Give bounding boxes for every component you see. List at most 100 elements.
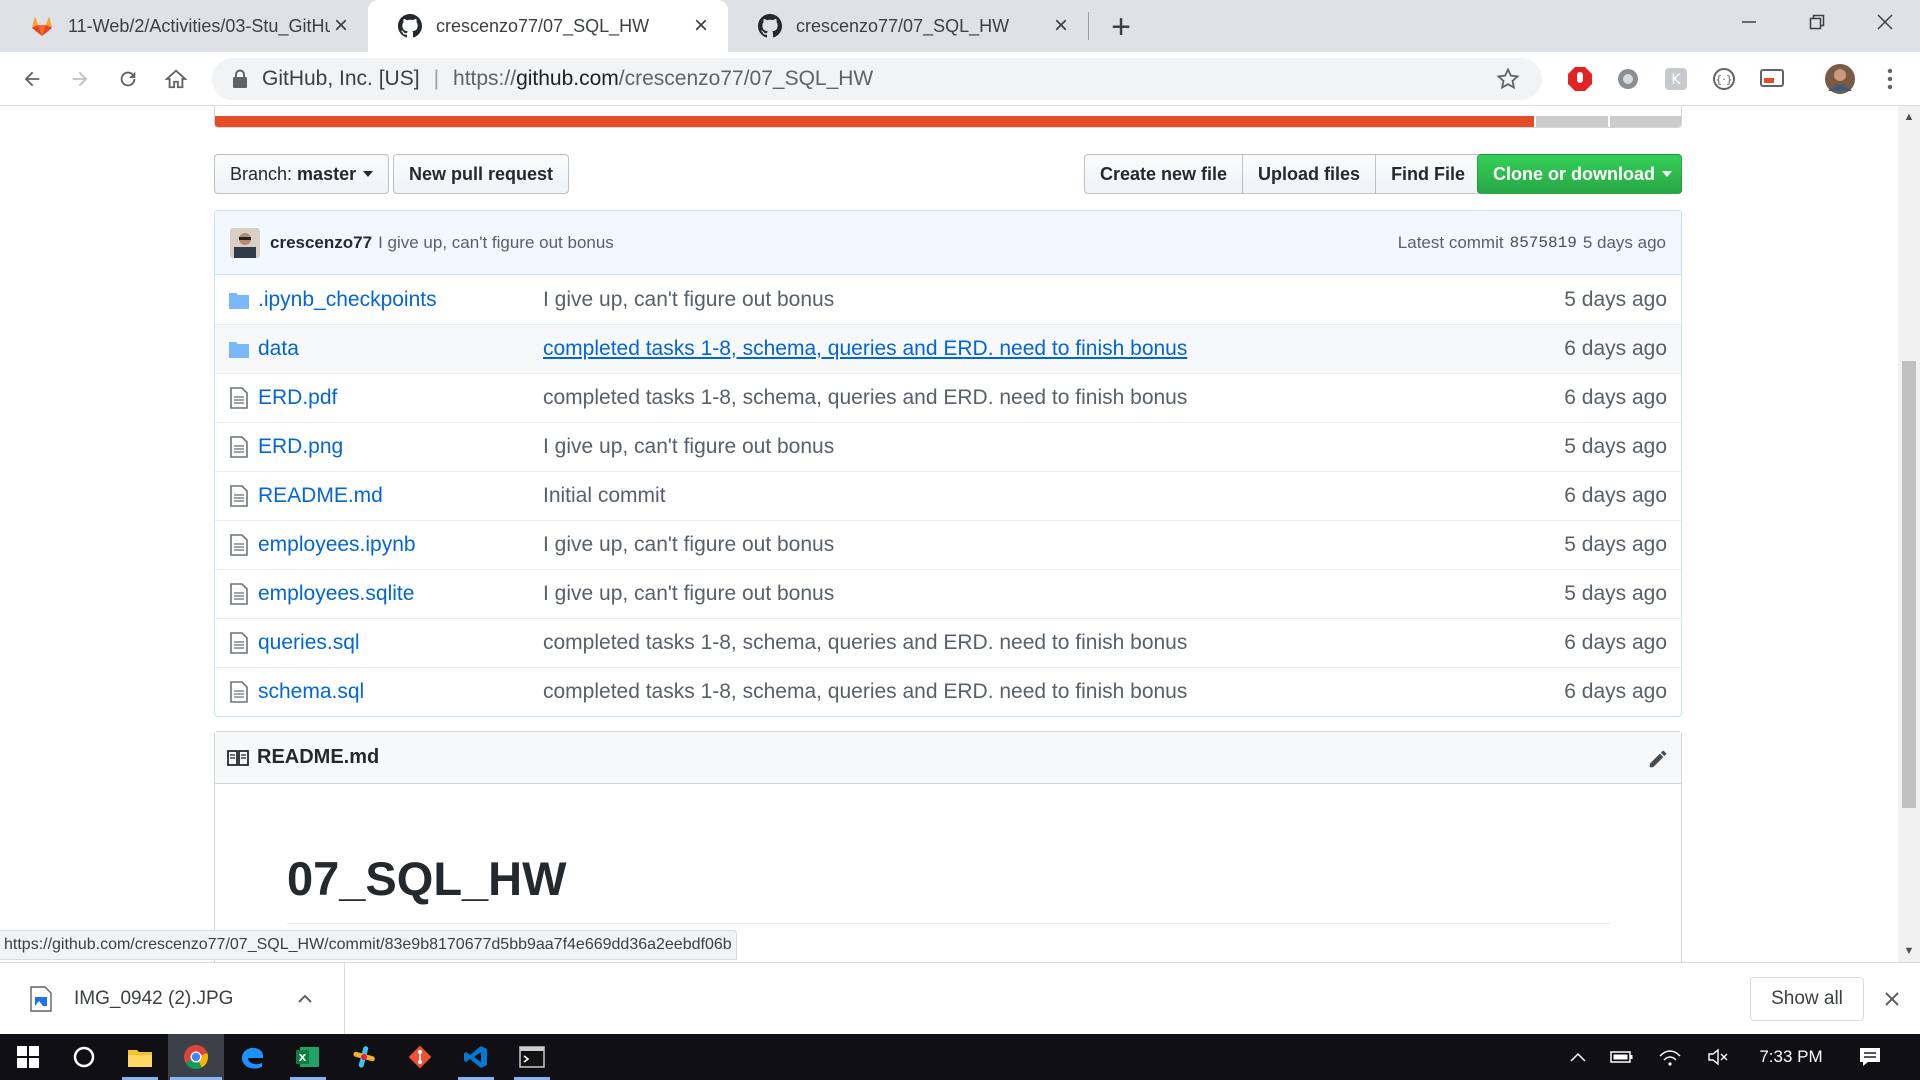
tab-github[interactable]: crescenzo77/07_SQL_HW ×: [728, 0, 1088, 52]
table-row[interactable]: employees.ipynb I give up, can't figure o…: [215, 520, 1681, 569]
table-row[interactable]: schema.sql completed tasks 1-8, schema, q…: [215, 667, 1681, 716]
cast-extension-icon[interactable]: [1757, 64, 1787, 94]
commit-age: 6 days ago: [1564, 680, 1667, 703]
clone-or-download-button[interactable]: Clone or download: [1477, 154, 1682, 194]
pencil-icon[interactable]: [1647, 748, 1669, 770]
commit-message-link[interactable]: Initial commit: [543, 484, 666, 508]
download-item[interactable]: IMG_0942 (2).JPG: [0, 963, 345, 1035]
forward-button[interactable]: [62, 61, 98, 97]
close-icon[interactable]: ×: [1050, 12, 1072, 39]
file-name-link[interactable]: data: [258, 337, 299, 361]
readme-filename: README.md: [257, 746, 380, 768]
file-name-link[interactable]: ERD.png: [258, 435, 343, 459]
lock-icon: [233, 69, 247, 88]
tab-gitlab[interactable]: 11-Web/2/Activities/03-Stu_GitHub ×: [0, 0, 368, 52]
create-new-file-button[interactable]: Create new file: [1084, 154, 1244, 194]
wifi-icon[interactable]: [1652, 1034, 1688, 1080]
home-button[interactable]: [158, 61, 194, 97]
new-pull-request-button[interactable]: New pull request: [393, 154, 570, 194]
close-icon[interactable]: ×: [690, 12, 712, 39]
commit-age: 5 days ago: [1564, 435, 1667, 458]
address-bar[interactable]: GitHub, Inc. [US] | https://github.com/c…: [212, 58, 1542, 100]
scroll-up-arrow[interactable]: ▲: [1902, 110, 1916, 124]
site-identity: GitHub, Inc. [US]: [262, 67, 420, 90]
branch-label: Branch:: [230, 163, 293, 184]
battery-icon[interactable]: [1604, 1034, 1640, 1080]
commit-author-avatar[interactable]: [230, 227, 260, 258]
table-row[interactable]: employees.sqlite I give up, can't figure …: [215, 569, 1681, 618]
url-host: github.com: [516, 67, 619, 90]
chevron-up-icon[interactable]: [1560, 1034, 1596, 1080]
reload-button[interactable]: [110, 61, 146, 97]
file-name-link[interactable]: README.md: [258, 484, 383, 508]
file-name-link[interactable]: queries.sql: [258, 631, 360, 655]
chrome-menu-button[interactable]: [1872, 61, 1908, 97]
avatar[interactable]: [1823, 62, 1857, 96]
table-row[interactable]: .ipynb_checkpoints I give up, can't figur…: [215, 275, 1681, 324]
commit-message-link[interactable]: I give up, can't figure out bonus: [543, 533, 834, 557]
commit-message-link[interactable]: completed tasks 1-8, schema, queries and…: [543, 386, 1187, 410]
branch-select-button[interactable]: Branch: master: [214, 154, 390, 194]
commit-message-link[interactable]: I give up, can't figure out bonus: [543, 435, 834, 459]
table-row[interactable]: data completed tasks 1-8, schema, queries…: [215, 324, 1681, 373]
image-file-icon: [30, 986, 52, 1012]
volume-muted-icon[interactable]: [1700, 1034, 1736, 1080]
file-icon: [230, 632, 248, 654]
windows-start-icon[interactable]: [0, 1034, 56, 1080]
scroll-thumb[interactable]: [1902, 361, 1916, 808]
restore-button[interactable]: [1782, 0, 1852, 44]
file-explorer-icon[interactable]: [112, 1034, 168, 1080]
page-scrollbar[interactable]: ▲ ▼: [1898, 106, 1920, 962]
close-icon[interactable]: ×: [330, 12, 352, 39]
commit-message-link[interactable]: completed tasks 1-8, schema, queries and…: [543, 680, 1187, 704]
close-window-button[interactable]: [1850, 0, 1920, 44]
devtools-extension-icon[interactable]: {·}: [1709, 64, 1739, 94]
tab-github-active[interactable]: crescenzo77/07_SQL_HW ×: [368, 0, 728, 52]
notification-icon[interactable]: [1848, 1034, 1892, 1080]
commit-message-link[interactable]: I give up, can't figure out bonus: [543, 288, 834, 312]
file-name-link[interactable]: employees.sqlite: [258, 582, 414, 606]
table-row[interactable]: README.md Initial commit 6 days ago: [215, 471, 1681, 520]
commit-message-link[interactable]: I give up, can't figure out bonus: [543, 582, 834, 606]
adblock-extension-icon[interactable]: [1565, 64, 1595, 94]
commit-sha-link[interactable]: 8575819: [1510, 234, 1577, 252]
cortana-icon[interactable]: [56, 1034, 112, 1080]
repository-language-bar[interactable]: [214, 106, 1682, 128]
star-icon[interactable]: [1496, 67, 1520, 91]
upload-files-button[interactable]: Upload files: [1242, 154, 1377, 194]
extension-k-icon[interactable]: K: [1661, 64, 1691, 94]
file-name-link[interactable]: employees.ipynb: [258, 533, 416, 557]
tab-separator: [1088, 12, 1089, 40]
commit-message-link[interactable]: completed tasks 1-8, schema, queries and…: [543, 337, 1187, 361]
minimize-button[interactable]: [1714, 0, 1784, 44]
commit-message-link[interactable]: I give up, can't figure out bonus: [378, 233, 1398, 253]
table-row[interactable]: ERD.png I give up, can't figure out bonus…: [215, 422, 1681, 471]
file-name-link[interactable]: .ipynb_checkpoints: [258, 288, 437, 312]
scroll-down-arrow[interactable]: ▼: [1902, 944, 1916, 958]
clock[interactable]: 7:33 PM: [1746, 1034, 1836, 1080]
table-row[interactable]: ERD.pdf completed tasks 1-8, schema, quer…: [215, 373, 1681, 422]
back-button[interactable]: [14, 61, 50, 97]
new-tab-button[interactable]: +: [1104, 10, 1138, 44]
omnibox-separator: |: [433, 67, 440, 90]
git-icon[interactable]: [392, 1034, 448, 1080]
table-row[interactable]: queries.sql completed tasks 1-8, schema, …: [215, 618, 1681, 667]
file-actions-button-group: Create new file Upload files Find File: [1084, 154, 1482, 194]
edge-icon[interactable]: [224, 1034, 280, 1080]
terminal-icon[interactable]: [504, 1034, 560, 1080]
file-name-link[interactable]: schema.sql: [258, 680, 364, 704]
commit-author-link[interactable]: crescenzo77: [270, 233, 372, 253]
commit-message-link[interactable]: completed tasks 1-8, schema, queries and…: [543, 631, 1187, 655]
file-name-link[interactable]: ERD.pdf: [258, 386, 337, 410]
circle-extension-icon[interactable]: [1613, 64, 1643, 94]
find-file-button[interactable]: Find File: [1375, 154, 1482, 194]
close-icon[interactable]: [1880, 987, 1904, 1011]
show-all-downloads-button[interactable]: Show all: [1750, 977, 1864, 1021]
vscode-icon[interactable]: [448, 1034, 504, 1080]
file-navigation-table: crescenzo77 I give up, can't figure out …: [214, 210, 1682, 717]
download-shelf: IMG_0942 (2).JPG Show all: [0, 962, 1920, 1035]
chevron-up-icon[interactable]: [294, 988, 316, 1010]
chrome-icon[interactable]: [168, 1034, 224, 1080]
excel-icon[interactable]: X: [280, 1034, 336, 1080]
slack-icon[interactable]: [336, 1034, 392, 1080]
